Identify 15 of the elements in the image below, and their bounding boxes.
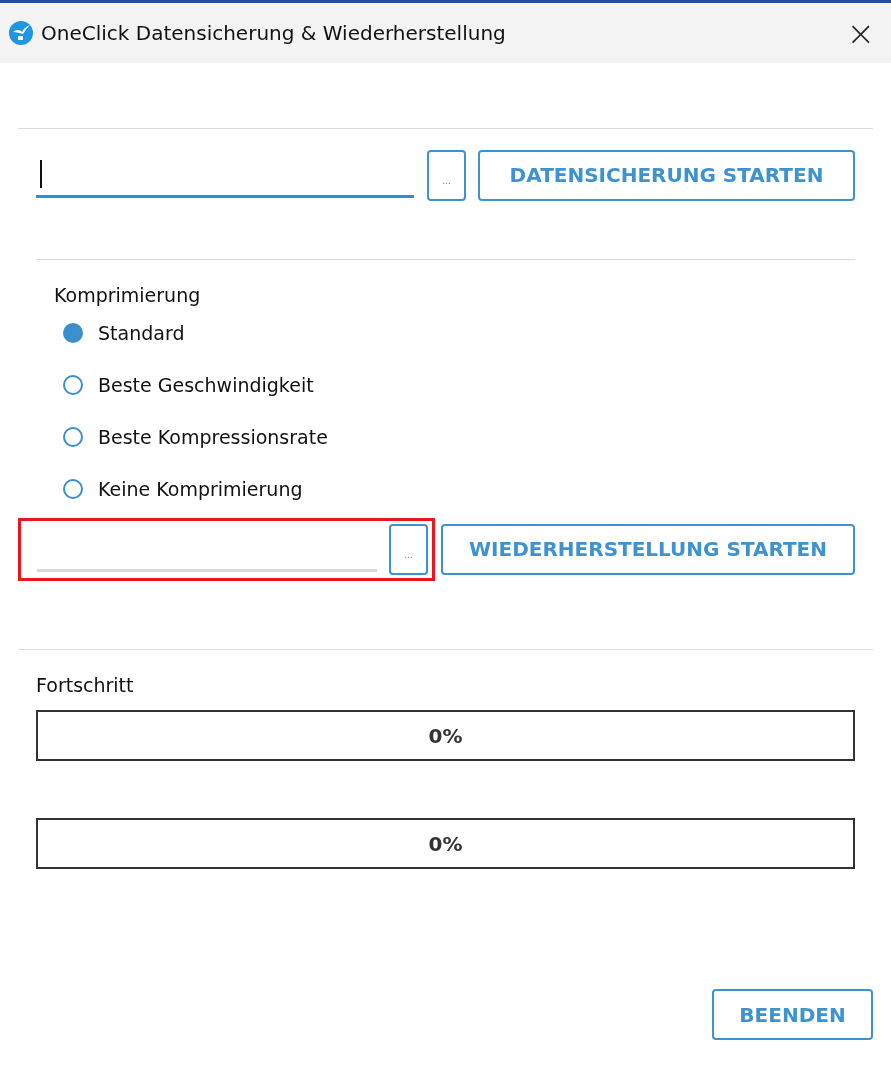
- radio-button[interactable]: [63, 323, 83, 343]
- radio-button[interactable]: [63, 375, 83, 395]
- browse-button[interactable]: ...: [427, 149, 466, 201]
- progress-label: Fortschritt: [36, 674, 135, 696]
- radio-label[interactable]: Standard: [98, 322, 185, 344]
- radio-label[interactable]: Beste Geschwindigkeit: [98, 374, 314, 396]
- radio-label[interactable]: Beste Kompressionsrate: [98, 426, 328, 448]
- close-button[interactable]: ×: [838, 16, 883, 50]
- browse-button[interactable]: ...: [389, 523, 428, 575]
- radio-button[interactable]: [63, 427, 83, 447]
- radio-button[interactable]: [63, 479, 83, 499]
- radio-label[interactable]: Keine Komprimierung: [98, 478, 303, 500]
- bird-icon: [9, 21, 33, 45]
- window-title: OneClick Datensicherung & Wiederherstellung: [41, 21, 507, 45]
- compression-label: Komprimierung: [54, 284, 202, 306]
